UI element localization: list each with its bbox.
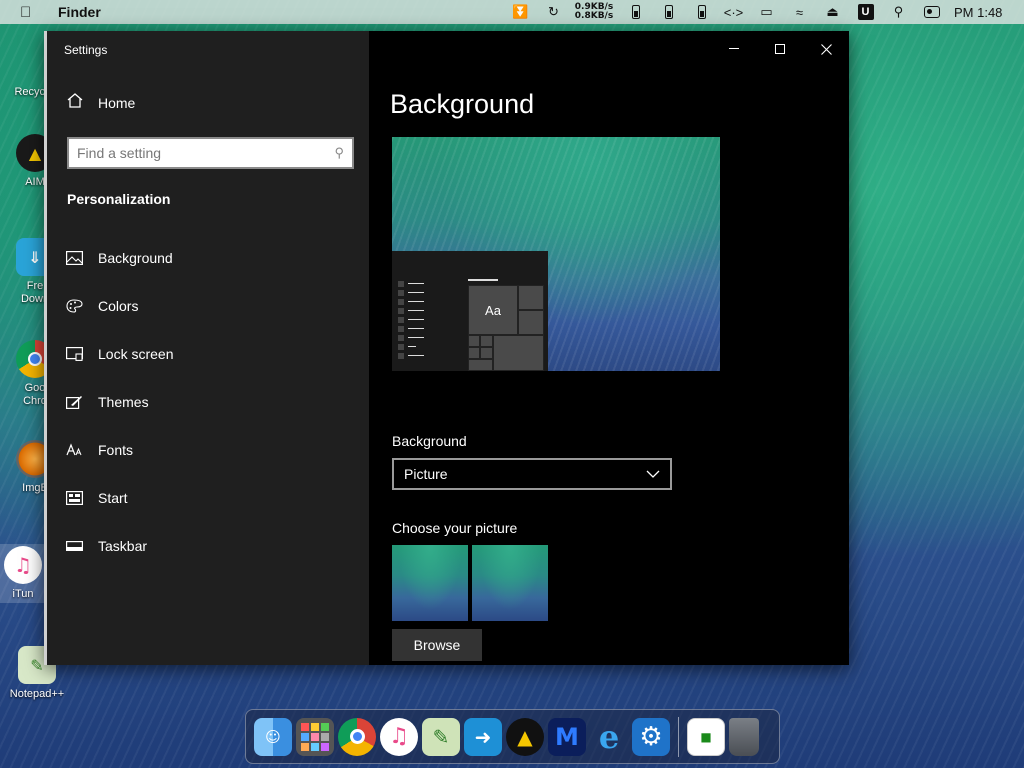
launchpad-icon[interactable] <box>296 717 334 756</box>
battery-icon[interactable] <box>618 2 651 22</box>
internet-explorer-icon[interactable]: e <box>590 718 628 756</box>
sidebar-item-start[interactable]: Start <box>47 474 369 522</box>
picture-icon <box>66 251 98 265</box>
finder-icon[interactable]: ☺ <box>254 717 292 756</box>
search-box[interactable]: ⚲ <box>67 137 354 169</box>
desktop-icon-label: Recycl <box>14 86 48 98</box>
preview-tile-aa: Aa <box>468 285 518 335</box>
apple-icon[interactable]:  <box>20 4 42 21</box>
desktop-icon-label: Notepad++ <box>9 688 65 700</box>
themes-icon <box>66 395 98 409</box>
preview-app-list <box>398 279 428 360</box>
palette-icon <box>66 299 98 313</box>
spotlight-search-icon[interactable]: ⚲ <box>882 2 915 22</box>
eject-icon[interactable]: ⏏ <box>816 2 849 22</box>
choose-picture-label: Choose your picture <box>392 520 518 536</box>
chrome-icon[interactable] <box>338 717 376 756</box>
search-icon[interactable]: ⚲ <box>334 145 344 161</box>
code-arrows-icon[interactable]: <·> <box>717 2 750 22</box>
netspeed-down: 0.8KB/s <box>574 11 614 21</box>
sync-icon[interactable]: ↻ <box>537 2 570 22</box>
fonts-icon <box>66 443 98 457</box>
home-icon <box>67 93 98 113</box>
sidebar-item-lock-screen[interactable]: Lock screen <box>47 330 369 378</box>
settings-sidebar: Settings Home ⚲ Personalization Backgrou… <box>44 31 369 665</box>
browse-button[interactable]: Browse <box>392 629 482 661</box>
malwarebytes-icon[interactable]: M <box>548 717 586 756</box>
sidebar-item-fonts[interactable]: Fonts <box>47 426 369 474</box>
preview-tiles-header <box>468 279 498 281</box>
picture-thumbnail[interactable] <box>392 545 468 621</box>
sidebar-item-label: Themes <box>98 394 149 410</box>
picture-thumbnail[interactable] <box>472 545 548 621</box>
remote-desktop-icon[interactable]: ➜ <box>464 717 502 756</box>
settings-window: Settings Home ⚲ Personalization Backgrou… <box>44 31 849 665</box>
sidebar-item-themes[interactable]: Themes <box>47 378 369 426</box>
background-preview: Aa <box>392 137 720 371</box>
desktop-icon-label: iTun <box>12 588 34 600</box>
sidebar-item-label: Colors <box>98 298 139 314</box>
dock-separator <box>678 716 679 757</box>
chevron-down-icon <box>646 466 660 482</box>
sidebar-item-label: Start <box>98 490 128 506</box>
desktop-icon-label: AIM <box>25 176 45 188</box>
section-title: Personalization <box>67 191 171 207</box>
network-speed[interactable]: 0.9KB/s 0.8KB/s <box>570 3 618 21</box>
u-app-label: U <box>857 4 874 20</box>
start-icon <box>66 491 98 505</box>
nav-home-label: Home <box>98 95 136 111</box>
sidebar-item-background[interactable]: Background <box>47 234 369 282</box>
battery-icon[interactable] <box>651 2 684 22</box>
notepadpp-icon[interactable]: ✎ <box>422 717 460 756</box>
taskbar-icon <box>66 539 98 553</box>
menubar-status-icons: ⏬ ↻ 0.9KB/s 0.8KB/s <·> ▭ ≈ ⏏ U ⚲ PM 1:4… <box>504 2 1014 22</box>
itunes-icon[interactable]: ♫ <box>380 717 418 756</box>
monitor-icon[interactable]: ▭ <box>750 2 783 22</box>
dropdown-value: Picture <box>404 466 448 482</box>
preview-tiles: Aa <box>468 285 544 371</box>
nav-list: Background Colors Lock screen Themes Fon… <box>47 234 369 570</box>
sidebar-item-label: Fonts <box>98 442 134 458</box>
sidebar-item-label: Lock screen <box>98 346 174 362</box>
mac-dock: ☺ ♫ ✎ ➜ ▲ M e ⚙ ■ <box>245 709 780 764</box>
itunes-icon: ♫ <box>4 546 42 584</box>
window-title: Settings <box>64 43 108 57</box>
sidebar-item-label: Taskbar <box>98 538 148 554</box>
aimp-icon[interactable]: ▲ <box>506 717 544 756</box>
control-center-icon[interactable] <box>915 2 948 22</box>
battery-icon[interactable] <box>684 2 717 22</box>
mac-menubar:  Finder ⏬ ↻ 0.9KB/s 0.8KB/s <·> ▭ ≈ ⏏ U… <box>0 0 1024 24</box>
nav-home[interactable]: Home <box>67 93 135 113</box>
settings-content: Background Aa Background Picture Choose … <box>369 31 849 665</box>
trash-icon[interactable] <box>729 717 759 756</box>
preview-start-menu: Aa <box>392 251 548 371</box>
lock-screen-icon <box>66 347 98 361</box>
search-input[interactable] <box>77 145 335 161</box>
eject-circle-icon[interactable]: ⏬ <box>504 2 537 22</box>
sidebar-item-label: Background <box>98 250 173 266</box>
settings-gear-icon[interactable]: ⚙ <box>632 717 670 756</box>
wifi-off-icon[interactable]: ≈ <box>783 2 816 22</box>
desktop-icon-itunes[interactable]: ♫ iTun <box>0 544 46 603</box>
sidebar-item-taskbar[interactable]: Taskbar <box>47 522 369 570</box>
menubar-app-name[interactable]: Finder <box>58 4 101 20</box>
background-type-dropdown[interactable]: Picture <box>392 458 672 490</box>
menubar-clock[interactable]: PM 1:48 <box>954 5 1014 20</box>
background-label: Background <box>392 433 467 449</box>
u-app-icon[interactable]: U <box>849 2 882 22</box>
sidebar-item-colors[interactable]: Colors <box>47 282 369 330</box>
chrome-window-preview-icon[interactable]: ■ <box>687 717 725 756</box>
page-title: Background <box>390 89 535 119</box>
